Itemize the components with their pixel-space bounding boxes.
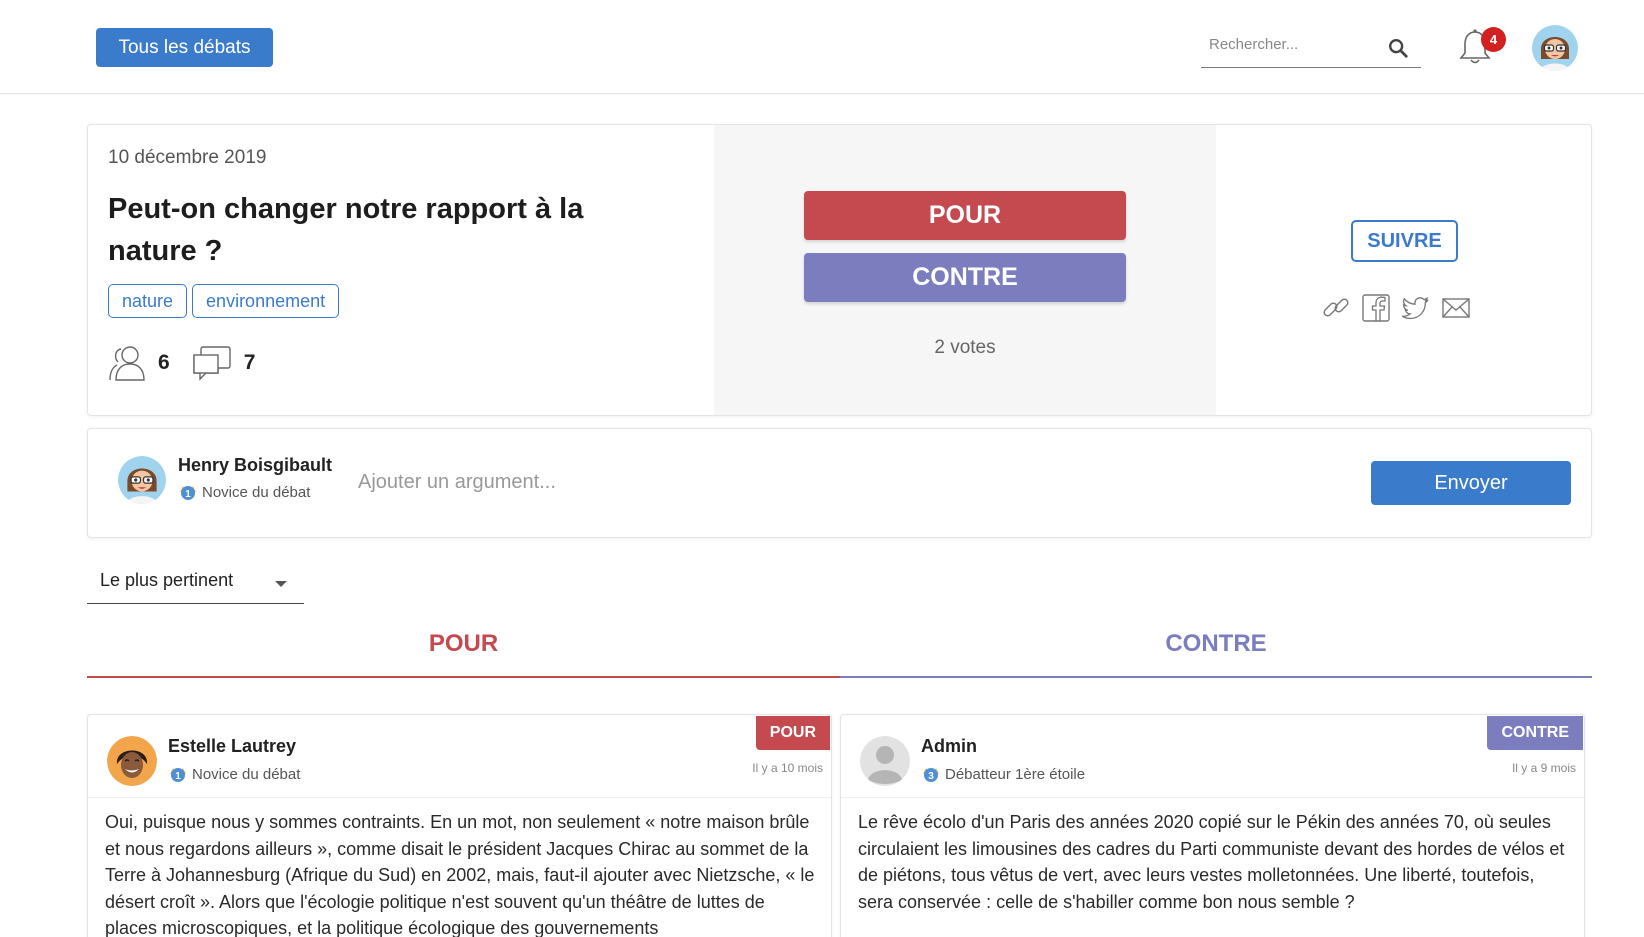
argument-card-pour[interactable]: Estelle Lautrey 1 Novice du débat POUR I… [87,714,832,937]
debate-card: 10 décembre 2019 Peut-on changer notre r… [87,124,1592,416]
rank-level: 1 [185,489,191,500]
user-avatar[interactable] [1532,25,1578,71]
vote-zone: POUR CONTRE 2 votes [714,125,1216,415]
debate-date: 10 décembre 2019 [108,147,267,168]
author-rank-label: Novice du débat [192,765,301,783]
divider [841,797,1584,798]
tab-contre[interactable]: CONTRE [840,630,1592,678]
search-icon[interactable] [1387,37,1409,59]
rank-badge-icon: 1 [170,768,186,782]
composer-user-rank-label: Novice du débat [202,483,311,501]
twitter-icon[interactable] [1401,293,1431,323]
vote-contre-button[interactable]: CONTRE [804,253,1126,302]
link-icon[interactable] [1321,293,1351,323]
rank-level: 3 [928,771,934,782]
debate-stats: 6 7 [108,345,277,381]
comments-icon [192,346,231,381]
author-avatar [107,736,157,786]
author-name[interactable]: Estelle Lautrey [168,736,296,757]
author-rank: 1 Novice du débat [168,765,300,783]
vote-pour-button[interactable]: POUR [804,191,1126,240]
composer-avatar [118,456,166,504]
rank-level: 1 [175,771,181,782]
author-rank: 3 Débatteur 1ère étoile [921,765,1085,783]
debate-title: Peut-on changer notre rapport à la natur… [108,193,584,267]
argument-timestamp: Il y a 10 mois [752,761,823,775]
share-buttons [1321,293,1471,323]
argument-input[interactable] [358,467,1258,497]
composer-user-rank: 1 Novice du débat [178,483,310,501]
search-box [1201,28,1421,68]
follow-button[interactable]: SUIVRE [1351,220,1458,262]
argument-text: Oui, puisque nous y sommes contraints. E… [105,812,815,937]
facebook-icon[interactable] [1361,293,1391,323]
author-avatar [860,736,910,786]
comments-count: 7 [243,351,256,374]
all-debates-button[interactable]: Tous les débats [96,28,273,67]
side-badge-contre: CONTRE [1487,716,1583,750]
tab-pour[interactable]: POUR [87,630,840,678]
top-navigation-bar: Tous les débats 4 [0,0,1644,94]
author-rank-label: Débatteur 1ère étoile [945,765,1086,783]
composer-user-name: Henry Boisgibault [178,455,333,475]
argument-text: Le rêve écolo d'un Paris des années 2020… [858,812,1565,912]
sort-selected-label: Le plus pertinent [100,570,234,590]
participants-icon [109,346,145,381]
debate-tags: nature environnement [108,284,340,318]
tag-environnement[interactable]: environnement [192,284,340,318]
side-badge-pour: POUR [755,716,830,750]
argument-card-contre[interactable]: Admin 3 Débatteur 1ère étoile CONTRE Il … [840,714,1585,937]
mail-icon[interactable] [1441,293,1471,323]
divider [88,797,831,798]
send-button[interactable]: Envoyer [1371,461,1571,505]
rank-badge-icon: 1 [180,486,196,500]
rank-badge-icon: 3 [923,768,939,782]
tag-nature[interactable]: nature [108,284,188,318]
argument-composer: Henry Boisgibault 1 Novice du débat Envo… [87,428,1592,538]
chevron-down-icon [275,581,287,587]
search-input[interactable] [1209,36,1379,53]
notification-count-badge: 4 [1481,27,1506,52]
sort-dropdown[interactable]: Le plus pertinent [87,564,304,604]
author-name[interactable]: Admin [921,736,977,757]
argument-timestamp: Il y a 9 mois [1511,761,1576,775]
participants-count: 6 [158,351,170,374]
votes-count: 2 votes [934,337,996,358]
